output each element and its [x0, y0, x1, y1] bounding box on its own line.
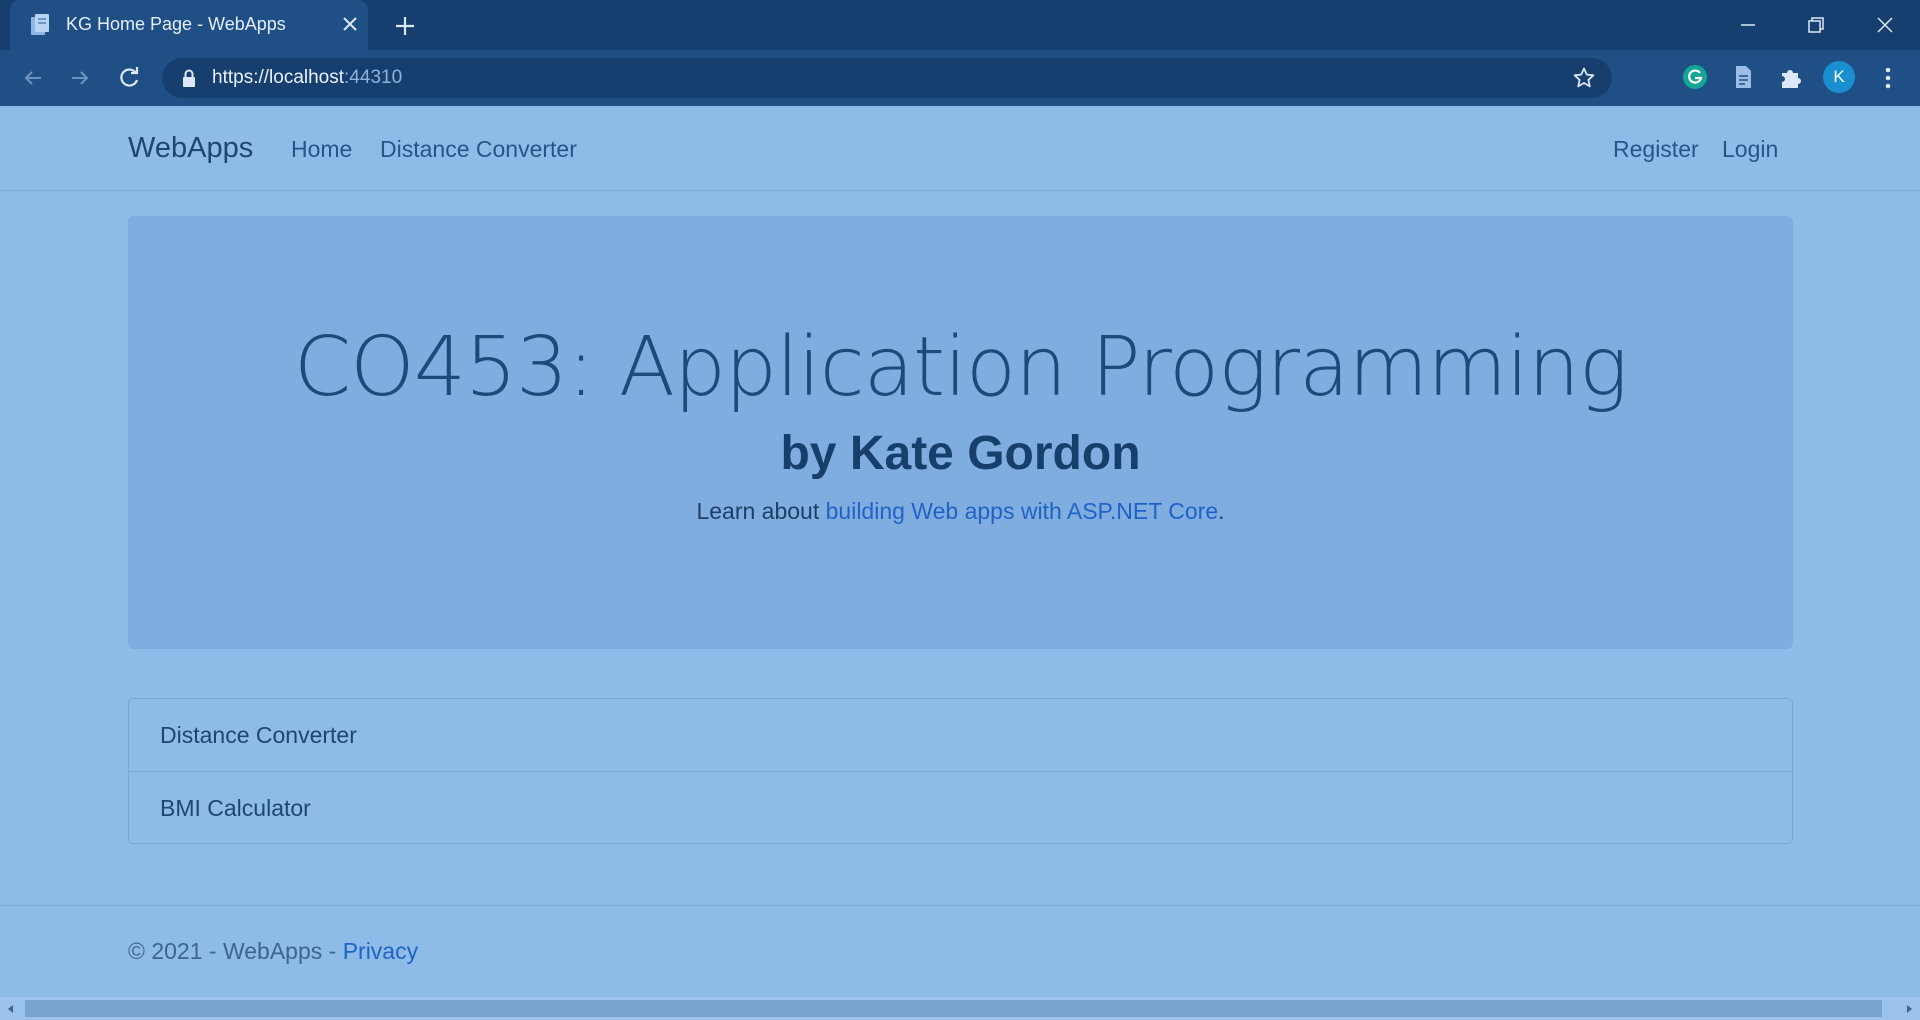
scroll-right-icon[interactable]	[1902, 1002, 1916, 1016]
scroll-left-icon[interactable]	[4, 1002, 18, 1016]
page-title: CO453: Application Programming	[293, 320, 1628, 415]
nav-home-link[interactable]: Home	[291, 136, 352, 163]
site-navbar: WebApps Home Distance Converter Register…	[0, 106, 1920, 191]
copyright-text: © 2021 - WebApps -	[128, 938, 343, 964]
brand-link[interactable]: WebApps	[128, 132, 253, 165]
grammarly-extension-icon[interactable]	[1680, 62, 1710, 92]
nav-login-link[interactable]: Login	[1722, 136, 1778, 163]
footer-text: © 2021 - WebApps - Privacy	[128, 938, 418, 965]
minimize-icon[interactable]	[1733, 10, 1763, 40]
privacy-link[interactable]: Privacy	[343, 938, 418, 964]
scrollbar-thumb[interactable]	[25, 1000, 1882, 1017]
tab-title: KG Home Page - WebApps	[66, 14, 286, 34]
list-item-bmi-calculator[interactable]: BMI Calculator	[129, 772, 1792, 845]
lock-icon	[183, 69, 195, 87]
browser-toolbar: https://localhost:44310 K	[0, 50, 1920, 106]
document-extension-icon[interactable]	[1728, 62, 1758, 92]
url-port: :44310	[344, 67, 403, 88]
horizontal-scrollbar[interactable]	[0, 997, 1920, 1020]
nav-distance-converter-link[interactable]: Distance Converter	[380, 136, 577, 163]
address-bar[interactable]: https://localhost:44310	[162, 58, 1612, 98]
aspnet-docs-link[interactable]: building Web apps with ASP.NET Core	[826, 498, 1219, 524]
tab-close-icon[interactable]	[340, 14, 360, 34]
forward-arrow-icon[interactable]	[66, 64, 94, 92]
browser-tab[interactable]: KG Home Page - WebApps	[10, 0, 368, 50]
new-tab-icon[interactable]	[392, 13, 418, 39]
page-favicon-icon	[31, 14, 49, 35]
profile-avatar[interactable]: K	[1823, 61, 1855, 93]
back-arrow-icon[interactable]	[19, 64, 47, 92]
url-text: https://localhost:44310	[212, 67, 402, 89]
nav-register-link[interactable]: Register	[1613, 136, 1699, 163]
bookmark-star-icon[interactable]	[1572, 66, 1596, 90]
jumbotron: CO453: Application Programming by Kate G…	[128, 216, 1793, 649]
reload-icon[interactable]	[115, 64, 143, 92]
browser-menu-icon[interactable]	[1876, 63, 1900, 93]
site-footer: © 2021 - WebApps - Privacy	[0, 905, 1920, 997]
lead-text: Learn about building Web apps with ASP.N…	[128, 498, 1793, 525]
restore-icon[interactable]	[1801, 10, 1831, 40]
window-close-icon[interactable]	[1870, 10, 1900, 40]
url-host: https://localhost	[212, 67, 345, 88]
extensions-puzzle-icon[interactable]	[1776, 62, 1806, 92]
apps-list: Distance Converter BMI Calculator	[128, 698, 1793, 844]
list-item-distance-converter[interactable]: Distance Converter	[129, 699, 1792, 772]
browser-titlebar: KG Home Page - WebApps	[0, 0, 1920, 50]
author-subtitle: by Kate Gordon	[780, 427, 1141, 480]
lead-prefix: Learn about	[696, 498, 826, 524]
lead-suffix: .	[1218, 498, 1225, 524]
